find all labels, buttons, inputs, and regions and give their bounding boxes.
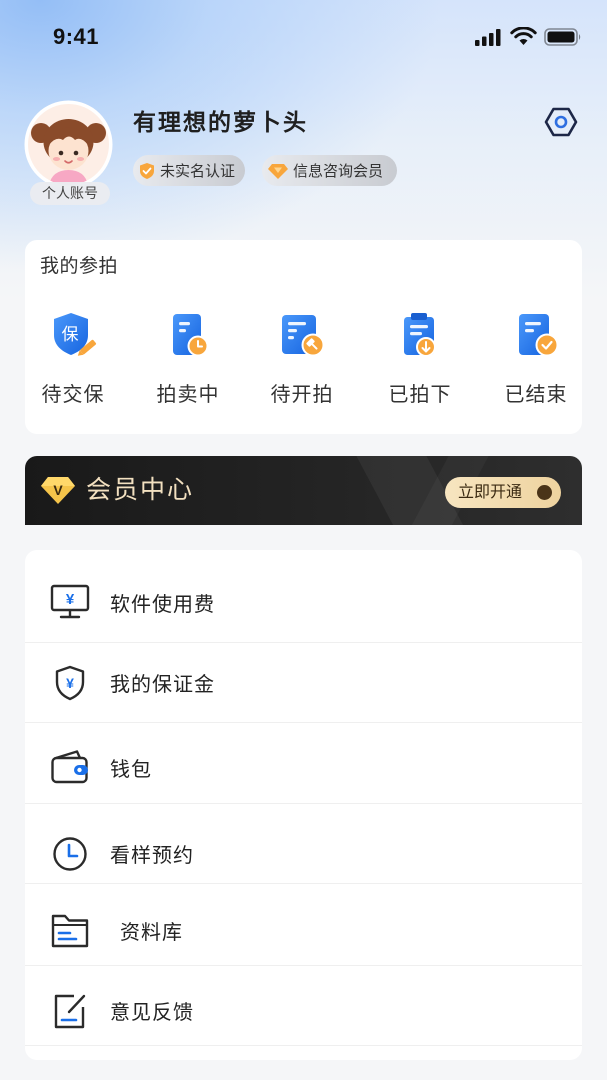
yen-symbol: ¥ <box>66 675 74 691</box>
settings-hexagon-icon[interactable] <box>543 104 579 140</box>
deposit-shield-icon: 保 <box>54 313 97 356</box>
auction-item-ended[interactable]: 已结束 <box>491 310 581 420</box>
document-check-icon <box>519 314 559 357</box>
menu-item-deposit[interactable]: ¥ 我的保证金 <box>25 643 582 723</box>
menu-item-feedback[interactable]: 意见反馈 <box>25 966 582 1046</box>
account-type-label: 个人账号 <box>30 182 110 205</box>
activate-membership-label: 立即开通 <box>458 484 523 501</box>
my-auctions-title: 我的参拍 <box>40 256 119 277</box>
auction-item-label: 已结束 <box>504 384 568 406</box>
auction-item-won[interactable]: 已拍下 <box>375 310 465 420</box>
menu-item-label: 资料库 <box>120 922 183 944</box>
shield-icon <box>140 162 154 179</box>
deposit-glyph: 保 <box>62 325 79 344</box>
menu-item-label: 看样预约 <box>110 845 194 867</box>
membership-badge[interactable]: 信息咨询会员 <box>262 155 397 186</box>
auction-item-label: 待开拍 <box>270 384 334 406</box>
auction-item-label: 已拍下 <box>388 384 452 406</box>
vip-diamond-icon: V <box>41 477 75 504</box>
menu-item-label: 意见反馈 <box>110 1002 194 1024</box>
wallet-icon <box>51 750 88 784</box>
document-hammer-icon <box>282 315 325 357</box>
auction-item-upcoming[interactable]: 待开拍 <box>257 310 347 420</box>
cta-dot-icon <box>537 485 552 500</box>
wifi-icon <box>510 27 537 45</box>
signal-icon <box>475 29 501 46</box>
auction-item-label: 待交保 <box>41 384 105 406</box>
member-center-banner[interactable]: V 会员中心 立即开通 <box>25 456 582 525</box>
folder-icon <box>51 914 89 947</box>
username: 有理想的萝卜头 <box>133 109 308 135</box>
clipboard-download-icon <box>404 313 436 357</box>
menu-card: ¥ 软件使用费 ¥ 我的保证金 钱包 看样预约 资料库 意见反馈 <box>25 550 582 1060</box>
verification-badge[interactable]: 未实名认证 <box>133 155 245 186</box>
menu-item-label: 软件使用费 <box>110 593 215 616</box>
avatar[interactable] <box>24 100 113 189</box>
menu-item-library[interactable]: 资料库 <box>25 884 582 966</box>
menu-item-label: 我的保证金 <box>110 674 215 696</box>
auction-item-in-progress[interactable]: 拍卖中 <box>143 310 233 420</box>
auction-item-pending-deposit[interactable]: 保 待交保 <box>28 310 118 420</box>
battery-icon <box>544 28 581 46</box>
member-center-title: 会员中心 <box>86 476 195 504</box>
verification-badge-label: 未实名认证 <box>160 163 236 180</box>
menu-item-software-fee[interactable]: ¥ 软件使用费 <box>25 562 582 643</box>
auction-item-label: 拍卖中 <box>156 384 220 406</box>
activate-membership-button[interactable]: 立即开通 <box>445 477 561 508</box>
menu-item-wallet[interactable]: 钱包 <box>25 723 582 804</box>
my-auctions-card: 我的参拍 保 待交保 拍卖中 待开拍 已拍下 已结束 <box>25 240 582 434</box>
menu-item-viewing-appointment[interactable]: 看样预约 <box>25 804 582 884</box>
document-clock-icon <box>173 314 209 357</box>
feedback-edit-icon <box>54 994 86 1028</box>
membership-badge-label: 信息咨询会员 <box>293 163 384 180</box>
vip-letter: V <box>53 482 63 498</box>
status-time: 9:41 <box>53 24 100 49</box>
yen-symbol: ¥ <box>66 591 75 608</box>
menu-item-label: 钱包 <box>110 758 152 781</box>
clock-icon <box>53 836 87 871</box>
monitor-yen-icon: ¥ <box>50 584 90 619</box>
shield-yen-icon: ¥ <box>55 665 85 700</box>
diamond-icon <box>268 163 288 179</box>
